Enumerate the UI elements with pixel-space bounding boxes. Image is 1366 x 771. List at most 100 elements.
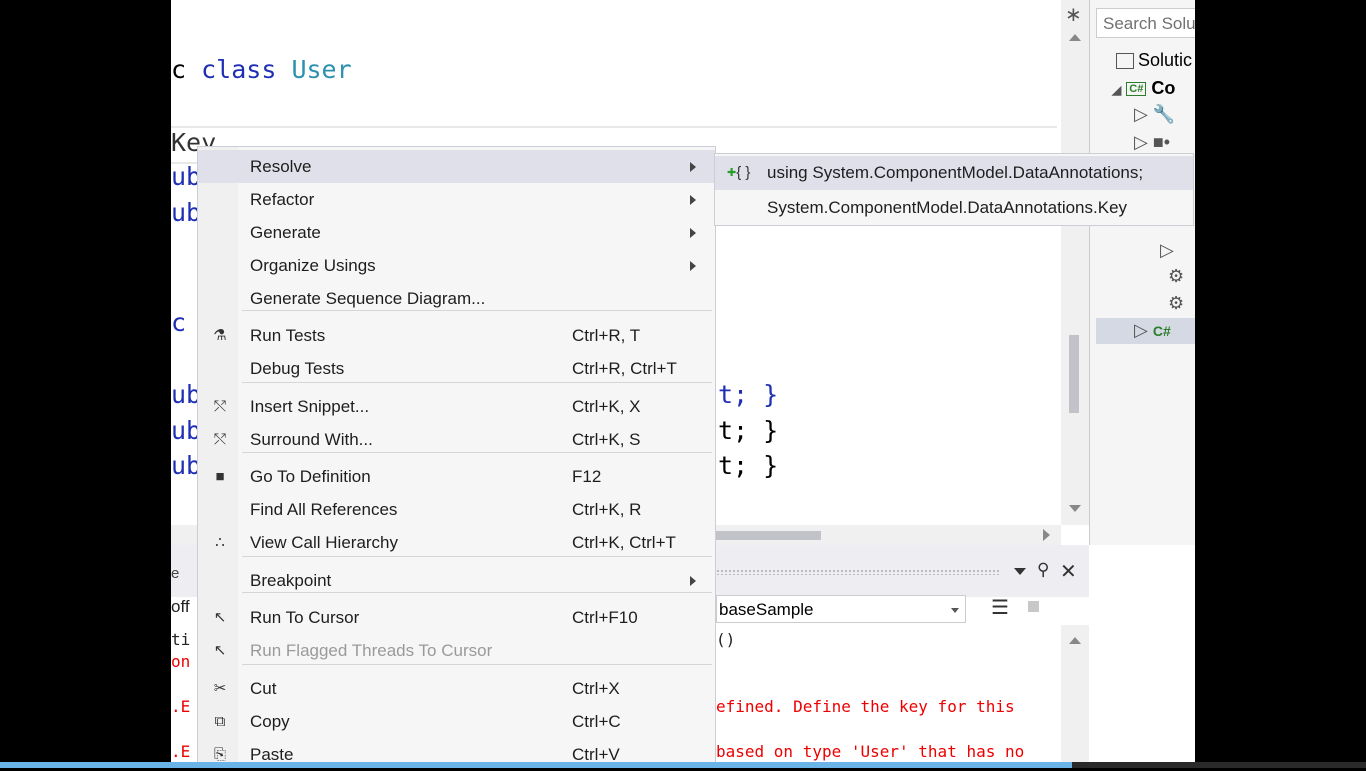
config-file-icon: ⚙ [1168, 266, 1185, 286]
surround-icon: ⤲ [213, 431, 226, 448]
menu-item-generate[interactable]: Generate [198, 216, 715, 249]
code-token: c [171, 55, 202, 84]
menu-item-label: Copy [250, 712, 290, 731]
menu-item-shortcut: Ctrl+X [572, 679, 620, 698]
output-error-line: based on type 'User' that has no [716, 742, 1025, 761]
type-token: User [291, 55, 352, 84]
output-line: () [716, 630, 736, 649]
close-icon[interactable]: ✕ [1060, 559, 1077, 584]
menu-item-label: Refactor [250, 190, 315, 209]
references-icon: ■• [1152, 132, 1171, 152]
video-progress-fill [0, 762, 1073, 768]
add-using-icon: ✚{ } [727, 164, 751, 181]
output-source-combo[interactable]: baseSample [716, 595, 966, 623]
csharp-file-icon: C# [1152, 323, 1171, 339]
video-progress-bar[interactable] [0, 762, 1366, 768]
menu-item-shortcut: Ctrl+R, T [572, 326, 641, 345]
scissors-icon: ✂ [213, 680, 227, 697]
submenu-item-fully-qualify[interactable]: System.ComponentModel.DataAnnotations.Ke… [715, 191, 1193, 225]
keyword-token: class [201, 55, 277, 84]
menu-item-insert-snippet[interactable]: ⤲ Insert Snippet... Ctrl+K, X [198, 390, 715, 423]
menu-item-debug-tests[interactable]: Debug Tests Ctrl+R, Ctrl+T [198, 352, 715, 385]
solution-search-input[interactable]: Search Solu [1096, 8, 1195, 38]
menu-item-run-flagged-threads-to-cursor: ↖ Run Flagged Threads To Cursor [198, 634, 715, 667]
scroll-up-icon[interactable] [1069, 637, 1081, 644]
code-line-tail: t; } [718, 451, 778, 480]
menu-item-label: Run Flagged Threads To Cursor [250, 641, 493, 660]
submenu-arrow-icon [690, 228, 696, 238]
scroll-down-icon[interactable] [1069, 505, 1081, 512]
tree-item[interactable]: ⚙ [1168, 293, 1184, 314]
tree-item[interactable]: ▷ 🔧 [1134, 104, 1175, 125]
word-wrap-icon[interactable] [1028, 601, 1039, 612]
tree-item[interactable]: ▷ C# [1134, 320, 1171, 341]
submenu-arrow-icon [690, 576, 696, 586]
code-token: t; } [718, 451, 779, 480]
menu-separator [242, 310, 712, 311]
menu-item-run-to-cursor[interactable]: ↖ Run To Cursor Ctrl+F10 [198, 601, 715, 634]
menu-item-copy[interactable]: ⧉ Copy Ctrl+C [198, 705, 715, 738]
menu-item-label: Generate [250, 223, 321, 242]
code-line-class-decl: c class User [171, 55, 352, 84]
menu-item-label: Run Tests [250, 326, 326, 345]
menu-item-organize-usings[interactable]: Organize Usings [198, 249, 715, 282]
code-line: c [171, 308, 187, 337]
menu-separator [242, 382, 712, 383]
code-line-tail: t; } [718, 380, 778, 409]
submenu-item-add-using[interactable]: ✚{ } using System.ComponentModel.DataAnn… [715, 156, 1193, 190]
cursor-arrow-icon: ↖ [213, 609, 227, 626]
output-source-combo-left[interactable]: off [171, 597, 190, 617]
menu-item-run-tests[interactable]: ⚗ Run Tests Ctrl+R, T [198, 319, 715, 352]
collapsed-icon: ▷ [1134, 132, 1148, 152]
menu-separator [242, 664, 712, 665]
menu-item-shortcut: Ctrl+F10 [572, 608, 638, 627]
output-vertical-scrollbar[interactable] [1061, 625, 1089, 768]
cursor-arrow-icon: ↖ [213, 642, 227, 659]
submenu-arrow-icon [690, 195, 696, 205]
tree-item[interactable]: ⚙ [1168, 266, 1184, 287]
tree-item[interactable]: ▷ [1160, 240, 1174, 261]
menu-item-view-call-hierarchy[interactable]: ∴ View Call Hierarchy Ctrl+K, Ctrl+T [198, 526, 715, 559]
scroll-right-icon[interactable] [1043, 529, 1050, 541]
submenu-arrow-icon [690, 261, 696, 271]
clear-all-icon[interactable]: ☰ [991, 595, 1009, 620]
code-token: t; } [718, 380, 779, 409]
combo-value: baseSample [719, 600, 814, 619]
menu-separator [242, 452, 712, 453]
split-editor-icon[interactable]: ∗ [1065, 2, 1082, 27]
menu-item-label: Insert Snippet... [250, 397, 370, 416]
menu-item-label: Resolve [250, 157, 312, 176]
panel-title: e [171, 565, 180, 582]
solution-node[interactable]: Solutic [1116, 50, 1192, 71]
copy-icon: ⧉ [214, 713, 226, 730]
solution-explorer: Search Solu Solutic ◢ C# Co ▷ 🔧 ▷ ■• ▷ ⚙… [1089, 0, 1195, 545]
call-hierarchy-icon: ∴ [215, 534, 225, 551]
menu-item-label: Find All References [250, 500, 398, 519]
menu-item-shortcut: Ctrl+R, Ctrl+T [572, 359, 677, 378]
context-menu: Resolve Refactor Generate Organize Usings Ge… [197, 146, 716, 768]
menu-item-refactor[interactable]: Refactor [198, 183, 715, 216]
menu-item-go-to-definition[interactable]: ■ Go To Definition F12 [198, 460, 715, 493]
panel-dropdown-icon[interactable] [1014, 568, 1026, 575]
collapsed-icon: ▷ [1134, 320, 1148, 340]
output-line: ti [171, 630, 191, 649]
tree-item[interactable]: ▷ ■• [1134, 132, 1170, 153]
menu-item-find-all-references[interactable]: Find All References Ctrl+K, R [198, 493, 715, 526]
pin-icon[interactable]: ⚲ [1037, 560, 1049, 580]
editor-vertical-scrollbar[interactable]: ∗ [1061, 0, 1089, 525]
scrollbar-thumb[interactable] [1069, 335, 1079, 413]
panel-drag-grip[interactable] [716, 569, 1001, 575]
project-node[interactable]: ◢ C# Co [1112, 78, 1175, 99]
menu-separator [242, 556, 712, 557]
menu-separator [242, 592, 712, 593]
submenu-arrow-icon [690, 162, 696, 172]
output-error-line: efined. Define the key for this [716, 697, 1015, 716]
menu-item-resolve[interactable]: Resolve [198, 150, 715, 183]
scroll-up-icon[interactable] [1069, 34, 1081, 41]
csharp-project-icon: C# [1126, 82, 1147, 97]
menu-item-label: Organize Usings [250, 256, 376, 275]
config-file-icon: ⚙ [1168, 293, 1185, 313]
code-token: t; } [718, 416, 779, 445]
menu-item-cut[interactable]: ✂ Cut Ctrl+X [198, 672, 715, 705]
menu-item-shortcut: Ctrl+K, X [572, 397, 641, 416]
